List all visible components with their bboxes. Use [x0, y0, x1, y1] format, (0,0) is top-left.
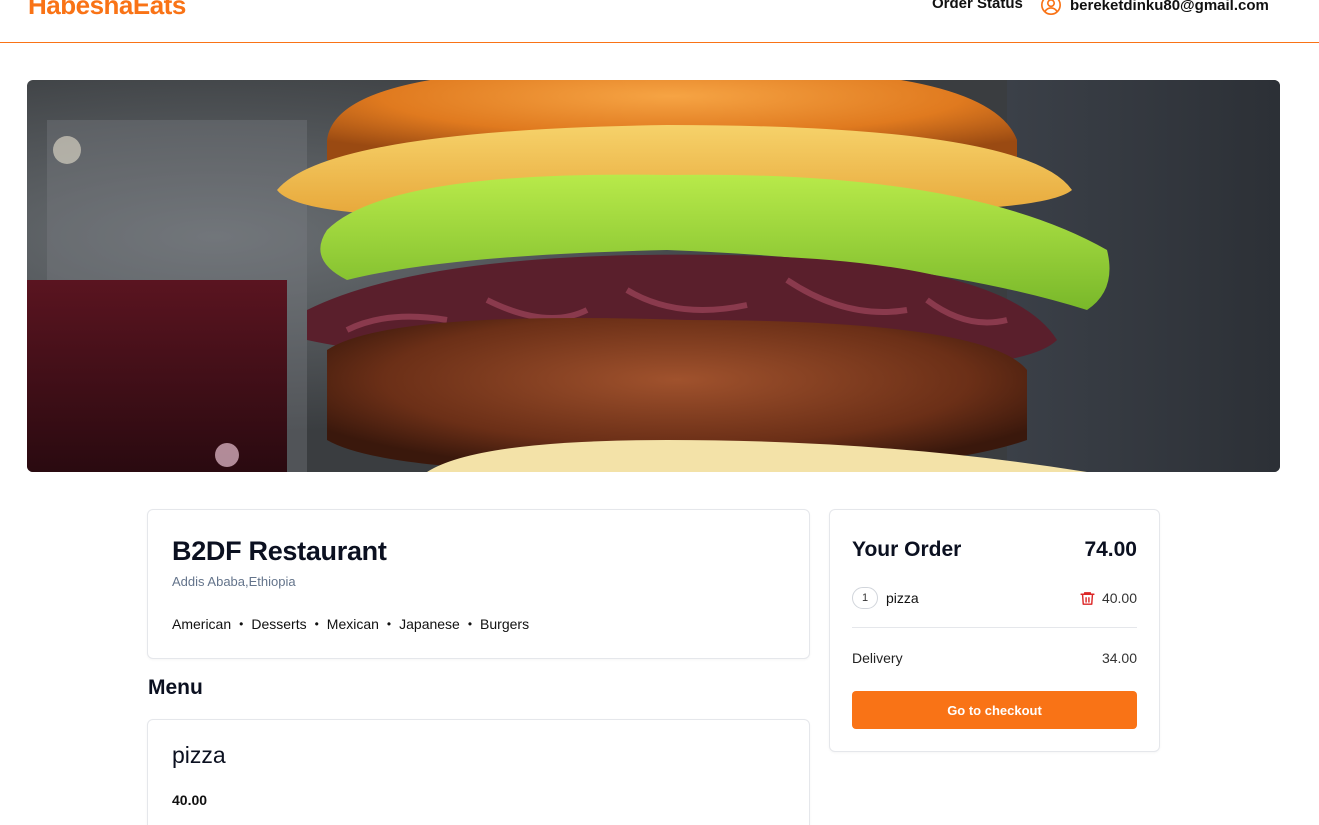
order-title: Your Order	[852, 538, 962, 561]
order-line-item: 1 pizza 40.00	[852, 586, 1137, 610]
order-total: 74.00	[1084, 538, 1137, 561]
trash-icon[interactable]	[1079, 589, 1096, 608]
user-email: bereketdinku80@gmail.com	[1070, 0, 1269, 14]
restaurant-location: Addis Ababa,Ethiopia	[172, 574, 296, 589]
delivery-fee: 34.00	[1101, 650, 1137, 666]
cuisine-tag: Burgers	[480, 616, 530, 632]
menu-item-card[interactable]: pizza 40.00	[147, 719, 810, 825]
cuisine-tag: Desserts	[251, 616, 307, 632]
menu-heading: Menu	[148, 676, 203, 699]
checkout-button[interactable]: Go to checkout	[852, 691, 1137, 729]
menu-item-price: 40.00	[172, 792, 208, 808]
restaurant-name: B2DF Restaurant	[172, 536, 387, 566]
user-circle-icon	[1041, 0, 1061, 15]
burger-hero-image	[27, 80, 1280, 472]
cuisine-tag: Japanese	[399, 616, 460, 632]
delivery-row: Delivery 34.00	[852, 650, 1137, 666]
order-item-name: pizza	[886, 590, 919, 606]
restaurant-info-card: B2DF Restaurant Addis Ababa,Ethiopia Ame…	[147, 509, 810, 659]
cuisine-list: American • Desserts • Mexican • Japanese…	[172, 616, 529, 632]
order-status-link[interactable]: Order Status	[932, 0, 1023, 12]
separator-dot: •	[467, 617, 473, 631]
separator-dot: •	[314, 617, 319, 631]
quantity-badge: 1	[852, 587, 878, 609]
order-item-actions: 40.00	[1079, 589, 1137, 608]
cuisine-tag: American	[172, 616, 232, 632]
top-header: HabeshaEats Order Status bereketdinku80@…	[0, 0, 1319, 43]
user-menu[interactable]: bereketdinku80@gmail.com	[1040, 0, 1269, 16]
menu-item-name: pizza	[172, 742, 226, 768]
separator-dot: •	[239, 617, 244, 631]
order-summary-card: Your Order 74.00 1 pizza 40.00 Delivery …	[829, 509, 1160, 752]
cuisine-tag: Mexican	[326, 616, 379, 632]
delivery-label: Delivery	[852, 650, 903, 666]
logo[interactable]: HabeshaEats	[28, 0, 186, 21]
order-item-price: 40.00	[1101, 590, 1137, 606]
separator-dot: •	[386, 617, 392, 631]
divider	[852, 627, 1137, 628]
